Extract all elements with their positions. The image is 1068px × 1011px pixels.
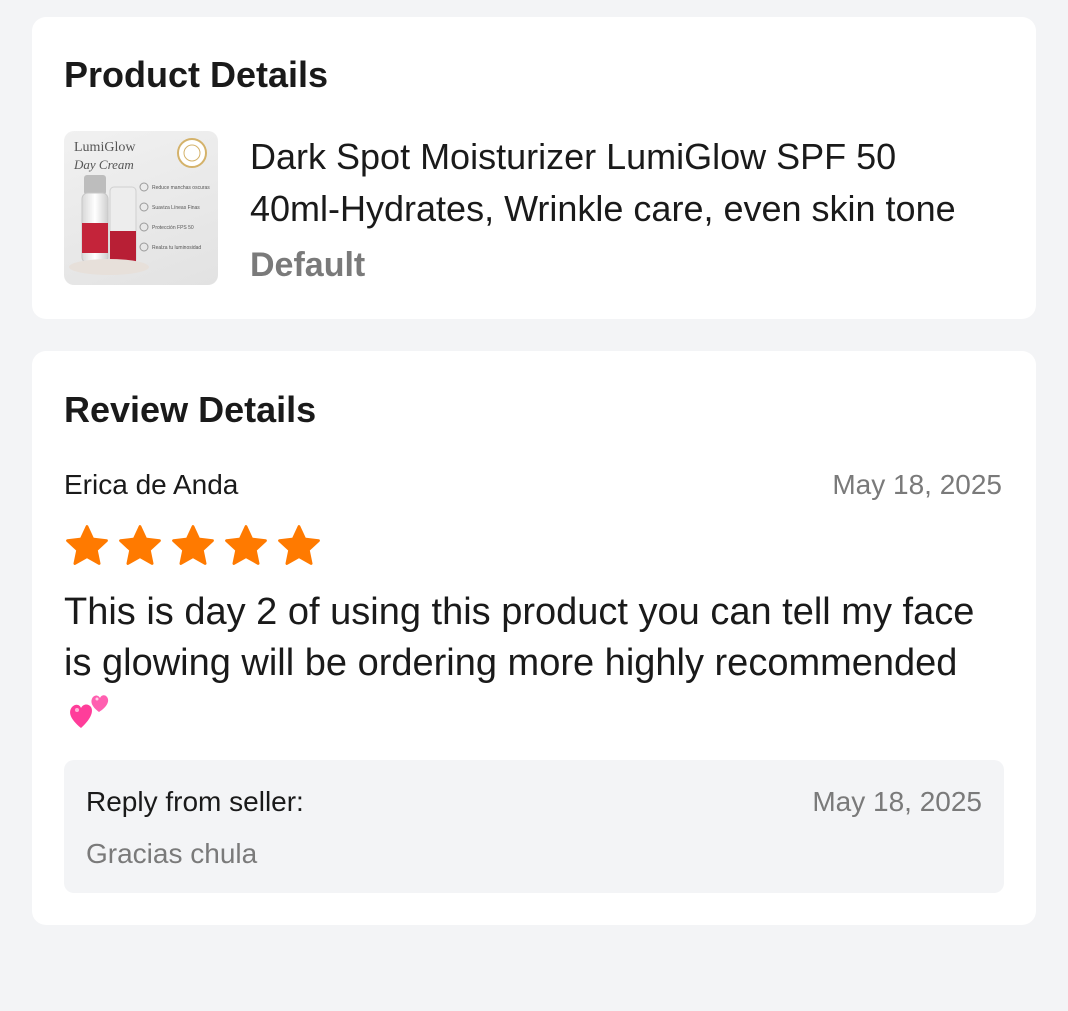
seller-reply: Reply from seller: May 18, 2025 Gracias …: [64, 760, 1004, 893]
thumb-feature-2: Suaviza Líneas Finas: [152, 205, 200, 211]
two-hearts-icon: [70, 695, 109, 728]
product-variant: Default: [250, 246, 366, 284]
star-rating: [64, 523, 322, 569]
review-details-card: Review Details Erica de Anda May 18, 202…: [32, 351, 1036, 925]
thumb-feature-1: Reduce manchas oscuras: [152, 185, 210, 191]
seller-reply-label: Reply from seller:: [86, 786, 304, 817]
thumb-feature-3: Protección FPS 50: [152, 225, 194, 231]
star-icon: [119, 525, 161, 565]
review-text: This is day 2 of using this product you …: [64, 587, 994, 740]
thumb-subtitle: Day Cream: [73, 157, 134, 172]
star-icon: [225, 525, 267, 565]
star-icon: [66, 525, 108, 565]
star-icon: [172, 525, 214, 565]
product-image: LumiGlow Day Cream Reduce manchas oscura…: [69, 138, 210, 275]
product-thumbnail[interactable]: LumiGlow Day Cream Reduce manchas oscura…: [64, 131, 218, 285]
star-icon: [278, 525, 320, 565]
product-details-card: Product Details LumiGlow Day Cream Reduc…: [32, 17, 1036, 319]
reviewer-name: Erica de Anda: [64, 469, 239, 500]
seller-reply-date: May 18, 2025: [812, 786, 982, 817]
thumb-brand: LumiGlow: [74, 140, 136, 155]
product-details-title: Product Details: [64, 54, 329, 95]
thumb-feature-4: Realza tu luminosidad: [152, 245, 201, 251]
review-date: May 18, 2025: [832, 469, 1002, 500]
seller-reply-text: Gracias chula: [86, 838, 258, 869]
review-body: This is day 2 of using this product you …: [64, 591, 975, 684]
product-name[interactable]: Dark Spot Moisturizer LumiGlow SPF 50 40…: [250, 131, 990, 235]
review-details-title: Review Details: [64, 389, 317, 430]
